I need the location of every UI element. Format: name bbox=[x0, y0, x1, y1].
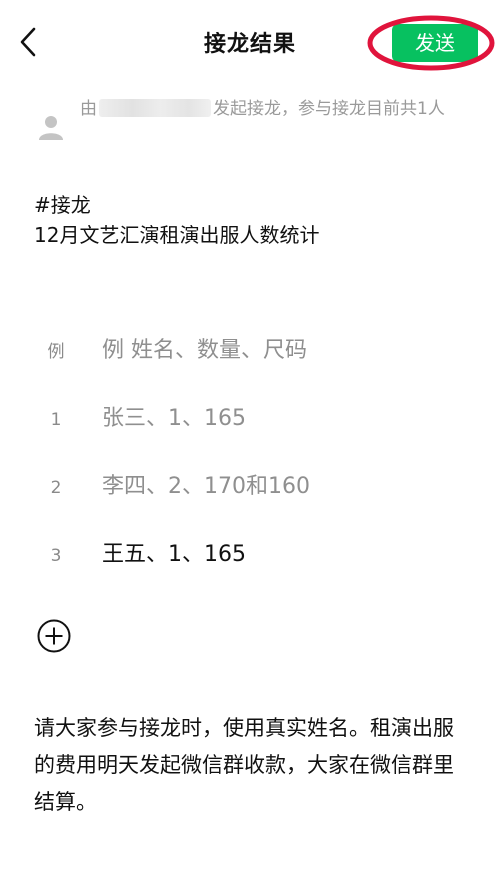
entry-text: 张三、1、165 bbox=[102, 406, 246, 431]
add-entry-button[interactable] bbox=[36, 618, 72, 654]
header-bar: 接龙结果 发送 bbox=[0, 0, 500, 84]
topic-description: 12月文艺汇演租演出服人数统计 bbox=[34, 223, 320, 247]
supplementary-note: 请大家参与接龙时，使用真实姓名。租演出服的费用明天发起微信群收款，大家在微信群里… bbox=[34, 716, 454, 814]
entry-text: 李四、2、170和160 bbox=[102, 474, 310, 499]
initiator-text: 由 发起接龙，参与接龙目前共1人 bbox=[80, 96, 472, 122]
entry-text: 例 姓名、数量、尺码 bbox=[102, 338, 307, 363]
entry-index: 2 bbox=[50, 478, 62, 498]
initiator-prefix: 由 bbox=[80, 99, 97, 119]
entry-index: 1 bbox=[50, 410, 62, 430]
entry-index: 例 bbox=[47, 342, 65, 362]
entry-index: 3 bbox=[50, 546, 62, 566]
topic-block: #接龙 12月文艺汇演租演出服人数统计 bbox=[34, 190, 474, 250]
list-item[interactable]: 2 李四、2、170和160 bbox=[0, 468, 500, 508]
blurred-username bbox=[99, 99, 211, 117]
list-item[interactable]: 1 张三、1、165 bbox=[0, 400, 500, 440]
user-icon bbox=[39, 116, 63, 140]
initiator-suffix: 发起接龙，参与接龙目前共1人 bbox=[213, 99, 445, 119]
initiator-info: 由 发起接龙，参与接龙目前共1人 bbox=[32, 96, 472, 156]
topic-tag: #接龙 bbox=[34, 193, 91, 217]
list-item[interactable]: 3 王五、1、165 bbox=[0, 536, 500, 576]
send-button[interactable]: 发送 bbox=[392, 24, 478, 62]
entry-text: 王五、1、165 bbox=[102, 542, 246, 567]
plus-circle-icon bbox=[37, 619, 71, 653]
list-item-example: 例 例 姓名、数量、尺码 bbox=[0, 332, 500, 372]
